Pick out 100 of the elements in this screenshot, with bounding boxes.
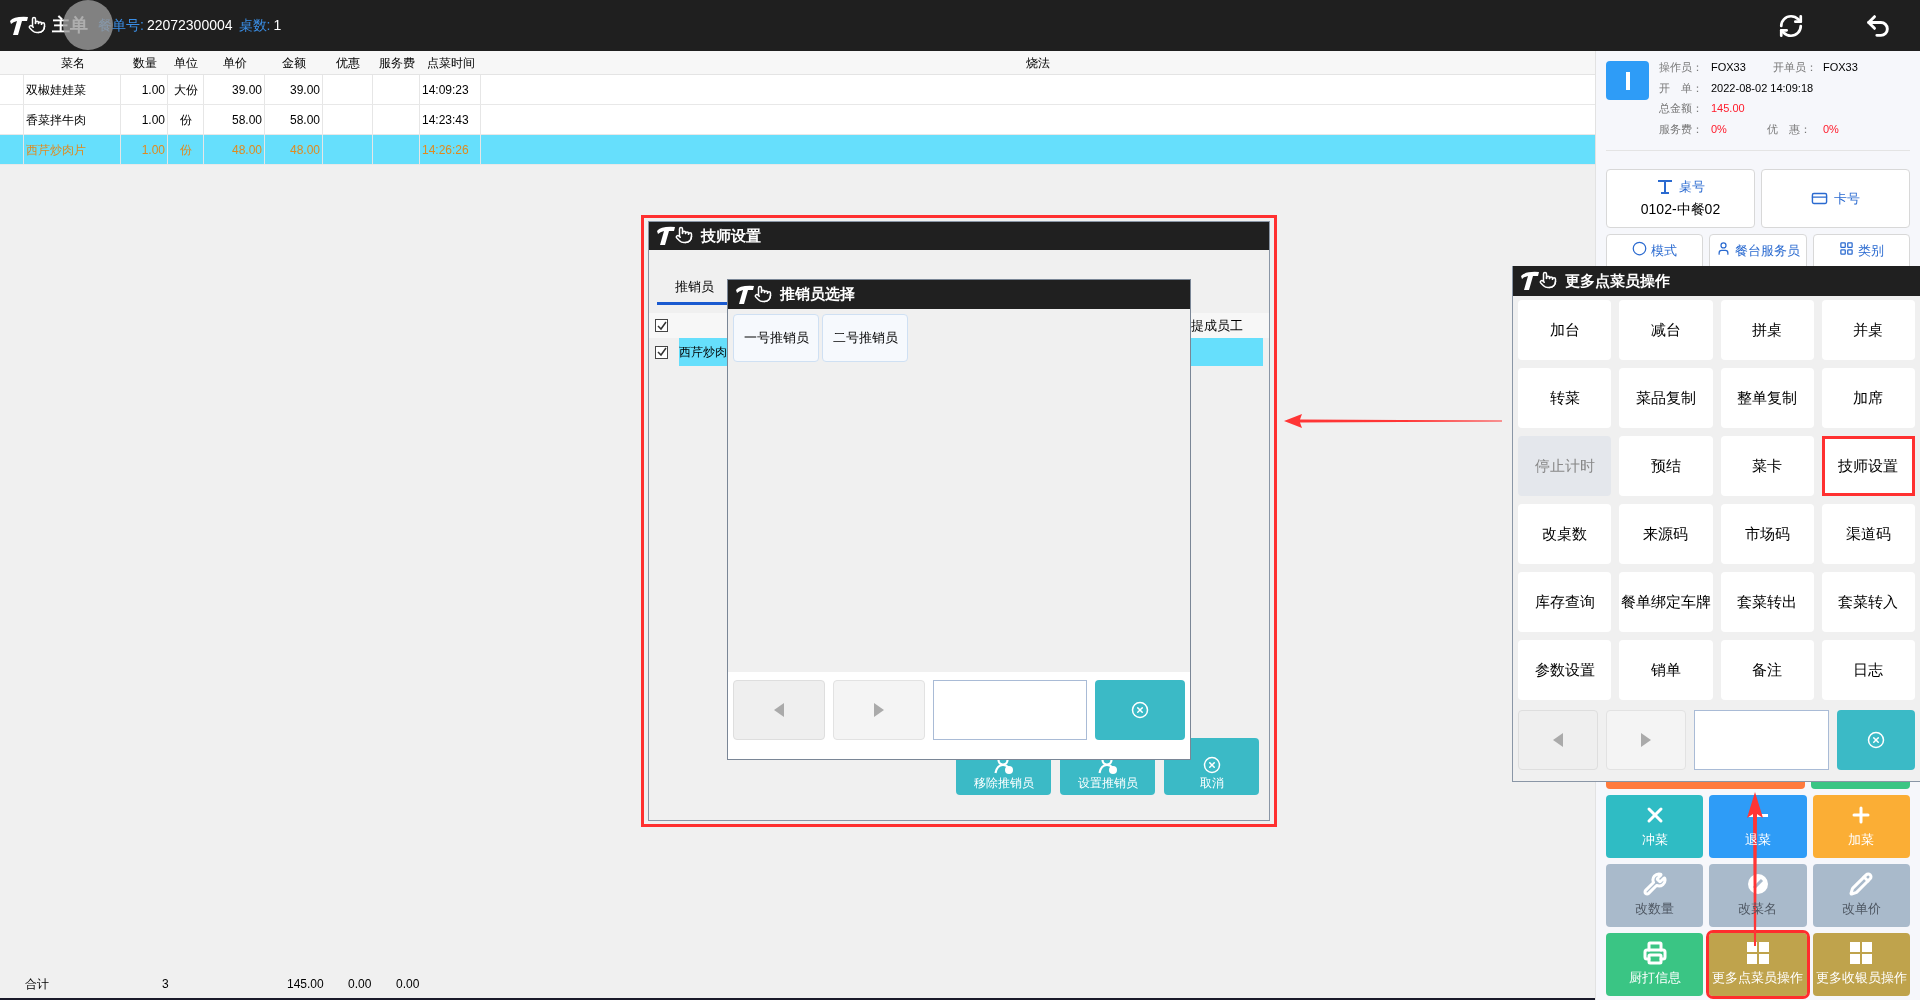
right-triangle-icon — [1641, 733, 1652, 747]
card-icon — [1811, 190, 1828, 207]
column-header: 服务费 — [378, 54, 415, 72]
open-time-label: 开 单： — [1659, 80, 1703, 96]
column-header: 金额 — [282, 54, 306, 72]
logo-icon — [1519, 270, 1559, 292]
column-header: 提成员工 — [1191, 316, 1243, 335]
input-field[interactable] — [932, 680, 1088, 740]
table-number-label: 桌号 — [1678, 178, 1705, 197]
table-cell-text: 西芹炒肉片 — [26, 141, 86, 159]
table-cell-text: 48.00 — [231, 141, 262, 159]
total-discount: 0.00 — [348, 976, 372, 993]
checkbox[interactable] — [655, 319, 668, 332]
operator-label: 操作员： — [1659, 60, 1703, 75]
operation-button[interactable]: 并桌 — [1821, 300, 1915, 360]
operation-button[interactable]: 加席 — [1821, 368, 1915, 428]
table-cell-text: 39.00 — [231, 81, 262, 99]
table-cell-text: 西芹炒肉 — [679, 344, 727, 361]
column-header: 优惠 — [336, 54, 360, 72]
operation-button[interactable]: 减台 — [1619, 300, 1713, 360]
operation-button[interactable]: 餐单绑定车牌 — [1619, 572, 1713, 632]
operation-button[interactable]: 菜品复制 — [1619, 368, 1713, 428]
dialog-title: 推销员选择 — [780, 284, 855, 305]
table-cell-text: 14:23:43 — [422, 111, 469, 129]
totals-label: 合计 — [25, 976, 49, 993]
column-header: 单价 — [222, 54, 247, 72]
table-cell-text: 1.00 — [141, 81, 165, 99]
column-header: 点菜时间 — [426, 54, 475, 72]
table-row[interactable]: 香菜拌牛肉 1.00 份 58.00 58.00 14:23:43 — [0, 105, 1595, 135]
operator-value: FOX33 — [1711, 60, 1747, 75]
operation-button[interactable]: 来源码 — [1619, 504, 1713, 564]
operation-button[interactable]: 套菜转出 — [1720, 572, 1814, 632]
clear-icon — [1866, 731, 1885, 749]
grid-icon — [1747, 942, 1769, 965]
operation-button[interactable]: 备注 — [1720, 640, 1814, 700]
previous-button[interactable] — [733, 680, 825, 740]
operation-button[interactable]: 库存查询 — [1518, 572, 1612, 632]
total-value: 145.00 — [1711, 101, 1745, 116]
total-label: 总金额： — [1659, 101, 1703, 116]
checkbox[interactable] — [655, 345, 668, 359]
operation-button[interactable]: 套菜转入 — [1821, 572, 1915, 632]
table-cell-text: 48.00 — [289, 141, 320, 159]
table-number-button[interactable]: 桌号 0102-中餐02 — [1606, 169, 1755, 228]
logo-icon — [8, 14, 48, 37]
logo-icon — [655, 225, 695, 247]
clear-button[interactable] — [1836, 710, 1915, 770]
refresh-icon — [1778, 12, 1804, 39]
column-header: 菜名 — [60, 54, 85, 72]
grid-icon — [1838, 241, 1854, 256]
pencil-icon — [1849, 872, 1874, 897]
opener-value: FOX33 — [1823, 60, 1858, 75]
next-button[interactable] — [832, 680, 925, 740]
operation-button[interactable]: 转菜 — [1518, 368, 1612, 428]
table-row[interactable]: 双椒娃娃菜 1.00 大份 39.00 39.00 14:09:23 — [0, 75, 1595, 105]
wrench-icon — [1642, 872, 1667, 897]
cancel-icon — [1202, 756, 1221, 774]
table-cell-text: 58.00 — [289, 111, 320, 129]
left-triangle-icon — [773, 703, 784, 717]
operation-button[interactable]: 整单复制 — [1720, 368, 1814, 428]
operation-button[interactable]: 预结 — [1619, 436, 1713, 496]
operation-button[interactable]: 技师设置 — [1821, 436, 1915, 496]
column-header: 单位 — [174, 54, 198, 72]
refresh-button[interactable] — [1778, 12, 1804, 39]
table-icon — [1656, 180, 1673, 194]
printer-icon — [1642, 941, 1667, 966]
open-time-value: 2022-08-02 14:09:18 — [1711, 80, 1814, 96]
operation-button[interactable]: 渠道码 — [1821, 504, 1915, 564]
table-count: 1 — [273, 16, 282, 35]
column-header: 烧法 — [1026, 54, 1050, 72]
logo-icon — [734, 283, 774, 306]
user-badge — [1606, 61, 1649, 100]
table-cell-text: 58.00 — [231, 111, 262, 129]
table-cell-text: 份 — [179, 141, 192, 159]
operation-button[interactable]: 市场码 — [1720, 504, 1814, 564]
column-header: 数量 — [132, 54, 157, 72]
operation-button[interactable]: 日志 — [1821, 640, 1915, 700]
operation-button[interactable]: 拼桌 — [1720, 300, 1814, 360]
order-number: 22072300004 — [146, 16, 233, 35]
clear-button[interactable] — [1095, 680, 1185, 740]
input-field[interactable] — [1694, 710, 1829, 770]
discount-label: 优 惠： — [1767, 121, 1811, 137]
operation-button[interactable]: 参数设置 — [1518, 640, 1612, 700]
service-fee-value: 0% — [1711, 121, 1728, 137]
opener-label: 开单员： — [1773, 60, 1817, 75]
table-count-label: 桌数: — [238, 16, 271, 35]
operation-button[interactable]: 加台 — [1518, 300, 1612, 360]
table-cell-text: 14:26:26 — [422, 141, 469, 159]
circle-icon — [1632, 241, 1648, 256]
operation-button[interactable]: 销单 — [1619, 640, 1713, 700]
operation-button[interactable]: 菜卡 — [1720, 436, 1814, 496]
table-cell-text: 大份 — [173, 81, 198, 99]
salesperson-option[interactable]: 一号推销员 — [733, 314, 819, 362]
table-cell-text: 1.00 — [141, 141, 165, 159]
salesperson-option[interactable]: 二号推销员 — [822, 314, 908, 362]
next-button[interactable] — [1606, 710, 1687, 770]
operation-button[interactable]: 改桌数 — [1518, 504, 1612, 564]
table-cell-text: 39.00 — [289, 81, 320, 99]
total-service: 0.00 — [396, 976, 420, 993]
previous-button[interactable] — [1518, 710, 1599, 770]
card-number-button[interactable]: 卡号 — [1761, 169, 1910, 228]
